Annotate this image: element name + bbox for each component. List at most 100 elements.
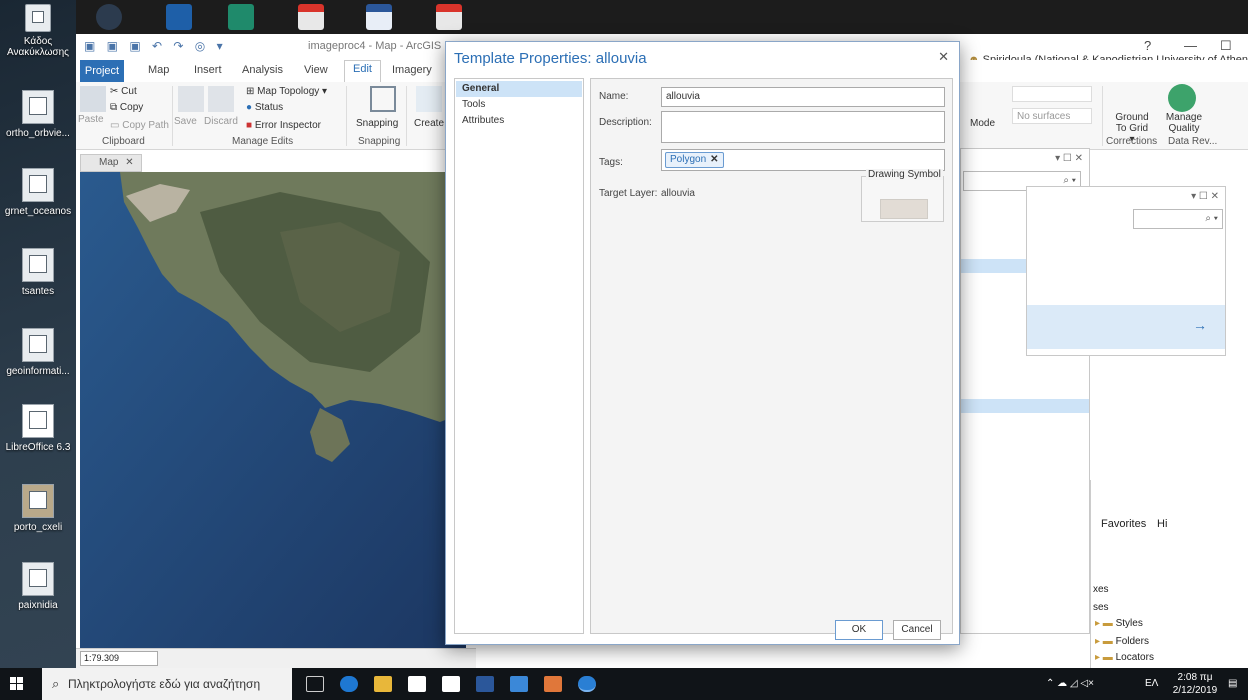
tree-item-label: Folders bbox=[1115, 636, 1149, 647]
desktop-icon-porto[interactable]: porto_cxeli bbox=[0, 484, 76, 533]
ok-button[interactable]: OK bbox=[835, 620, 883, 640]
discard-button[interactable]: Discard bbox=[204, 116, 238, 127]
ground-to-grid-icon[interactable] bbox=[1112, 86, 1138, 112]
cancel-button[interactable]: Cancel bbox=[893, 620, 941, 640]
snapping-button[interactable]: Snapping bbox=[356, 118, 398, 129]
close-button[interactable]: ✕ bbox=[938, 49, 949, 65]
word-icon[interactable] bbox=[476, 676, 494, 692]
data-reviewer-group-label: Data Rev... bbox=[1168, 136, 1218, 147]
pane-controls[interactable]: ▾ ☐ ✕ bbox=[1191, 191, 1219, 202]
word-document-icon[interactable] bbox=[366, 4, 392, 30]
error-inspector-button[interactable]: ■ Error Inspector bbox=[246, 120, 321, 131]
arrow-right-icon[interactable]: → bbox=[1193, 317, 1207, 333]
map-topology-dropdown[interactable]: ⊞ Map Topology ▾ bbox=[246, 86, 327, 97]
task-view-icon[interactable] bbox=[306, 676, 324, 692]
remove-tag-icon[interactable]: ✕ bbox=[710, 154, 718, 165]
scale-selector[interactable]: 1:79.309 bbox=[80, 651, 158, 666]
tab-history[interactable]: Hi bbox=[1157, 518, 1167, 530]
tab-favorites[interactable]: Favorites bbox=[1101, 518, 1146, 530]
app-icon[interactable] bbox=[166, 4, 192, 30]
tree-item-partial[interactable]: xes bbox=[1093, 584, 1109, 595]
pdf-app-icon[interactable] bbox=[544, 676, 562, 692]
input-language[interactable]: ΕΛ bbox=[1145, 678, 1158, 689]
mail-icon[interactable] bbox=[442, 676, 460, 692]
app-icon[interactable] bbox=[228, 4, 254, 30]
tab-map[interactable]: Map bbox=[148, 64, 169, 76]
document-app-icon[interactable] bbox=[510, 676, 528, 692]
store-icon[interactable] bbox=[408, 676, 426, 692]
map-view[interactable] bbox=[80, 172, 466, 648]
discard-edits-icon[interactable] bbox=[208, 86, 234, 112]
tree-item-locators[interactable]: ▸ ▬ Locators bbox=[1095, 652, 1154, 663]
drawing-symbol-swatch[interactable] bbox=[880, 199, 928, 219]
manage-quality-button[interactable]: Manage Quality bbox=[1162, 112, 1206, 134]
tab-edit[interactable]: Edit bbox=[344, 60, 381, 82]
minimize-button[interactable]: — bbox=[1184, 38, 1197, 53]
create-features-icon[interactable] bbox=[416, 86, 442, 112]
desktop-icon-grnet[interactable]: grnet_oceanos bbox=[0, 168, 76, 217]
tree-item-partial[interactable]: ses bbox=[1093, 602, 1109, 613]
desktop-icon-libreoffice[interactable]: LibreOffice 6.3 bbox=[0, 404, 76, 453]
name-input[interactable]: allouvia bbox=[661, 87, 945, 107]
selected-catalog-item[interactable]: → bbox=[1027, 305, 1225, 349]
nav-item-tools[interactable]: Tools bbox=[456, 97, 582, 113]
tags-input[interactable]: Polygon ✕ bbox=[661, 149, 945, 171]
copy-path-icon: ▭ bbox=[110, 120, 120, 131]
z-mode-icon[interactable] bbox=[970, 86, 996, 112]
description-input[interactable] bbox=[661, 111, 945, 143]
pdf-icon[interactable] bbox=[436, 4, 462, 30]
copy-button[interactable]: ⧉ Copy bbox=[110, 102, 143, 113]
elevation-dropdown[interactable] bbox=[1012, 86, 1092, 102]
cut-button[interactable]: ✂ Cut bbox=[110, 86, 137, 97]
file-explorer-icon[interactable] bbox=[374, 676, 392, 692]
tag-label: Polygon bbox=[670, 154, 707, 165]
save-edits-icon[interactable] bbox=[178, 86, 204, 112]
tab-project[interactable]: Project bbox=[80, 60, 124, 82]
tab-analysis[interactable]: Analysis bbox=[242, 64, 283, 76]
tag-chip[interactable]: Polygon ✕ bbox=[665, 152, 724, 168]
taskbar-clock[interactable]: 2:08 πμ 2/12/2019 bbox=[1172, 671, 1218, 697]
pdf-icon[interactable] bbox=[298, 4, 324, 30]
desktop-icon-label: tsantes bbox=[21, 286, 55, 297]
tab-insert[interactable]: Insert bbox=[194, 64, 222, 76]
windows-start-icon[interactable] bbox=[10, 677, 24, 691]
search-placeholder: Πληκτρολογήστε εδώ για αναζήτηση bbox=[68, 677, 261, 691]
notifications-icon[interactable]: ▤ bbox=[1228, 678, 1237, 689]
app-icon[interactable] bbox=[96, 4, 122, 30]
tree-item-styles[interactable]: ▸ ▬ Styles bbox=[1095, 618, 1143, 629]
close-icon[interactable]: ✕ bbox=[125, 157, 133, 168]
tree-item-folders[interactable]: ▸ ▬ Folders bbox=[1095, 636, 1149, 647]
manage-quality-icon[interactable] bbox=[1168, 84, 1196, 112]
edge-browser-icon[interactable] bbox=[340, 676, 358, 692]
catalog-search-input[interactable]: ⌕ ▾ bbox=[1133, 209, 1223, 229]
snapping-icon[interactable] bbox=[370, 86, 396, 112]
arcgis-pro-taskbar-icon[interactable] bbox=[578, 676, 596, 692]
tray-icons[interactable]: ⌃ ☁ ◿ ◁× bbox=[1046, 678, 1094, 689]
help-button[interactable]: ? bbox=[1144, 38, 1151, 53]
create-button[interactable]: Create bbox=[414, 118, 444, 129]
quick-access-toolbar[interactable]: ▣ ▣ ▣ ↶ ↷ ◎ ▾ bbox=[84, 39, 227, 53]
desktop-icon-paixnidia[interactable]: paixnidia bbox=[0, 562, 76, 611]
desktop-icon-geoinformatics[interactable]: geoinformati... bbox=[0, 328, 76, 377]
paste-button[interactable]: Paste bbox=[78, 114, 104, 125]
catalog-tree: Favorites Hi xes ses ▸ ▬ Styles ▸ ▬ Fold… bbox=[1090, 480, 1248, 668]
nav-item-attributes[interactable]: Attributes bbox=[456, 113, 582, 129]
desktop-icon-ortho[interactable]: ortho_orbvie... bbox=[0, 90, 76, 139]
selected-template-row[interactable] bbox=[961, 399, 1089, 413]
document-icon bbox=[22, 168, 54, 202]
tab-view[interactable]: View bbox=[304, 64, 328, 76]
copy-path-button[interactable]: ▭ Copy Path bbox=[110, 120, 169, 131]
surfaces-dropdown[interactable]: No surfaces bbox=[1012, 108, 1092, 124]
desktop-icon-recycle-bin[interactable]: Κάδος Ανακύκλωσης bbox=[0, 4, 76, 58]
status-button[interactable]: ● Status bbox=[246, 102, 283, 113]
pane-controls[interactable]: ▾ ☐ ✕ bbox=[1055, 153, 1083, 164]
taskbar-search[interactable]: ⌕ Πληκτρολογήστε εδώ για αναζήτηση bbox=[42, 668, 292, 700]
tab-imagery[interactable]: Imagery bbox=[392, 64, 432, 76]
desktop-icon-tsantes[interactable]: tsantes bbox=[0, 248, 76, 297]
paste-icon[interactable] bbox=[80, 86, 106, 112]
mode-button[interactable]: Mode bbox=[970, 118, 995, 129]
map-view-tab[interactable]: Map ✕ bbox=[80, 154, 142, 172]
maximize-button[interactable]: ☐ bbox=[1220, 38, 1232, 54]
save-button[interactable]: Save bbox=[174, 116, 197, 127]
nav-item-general[interactable]: General bbox=[456, 81, 582, 97]
